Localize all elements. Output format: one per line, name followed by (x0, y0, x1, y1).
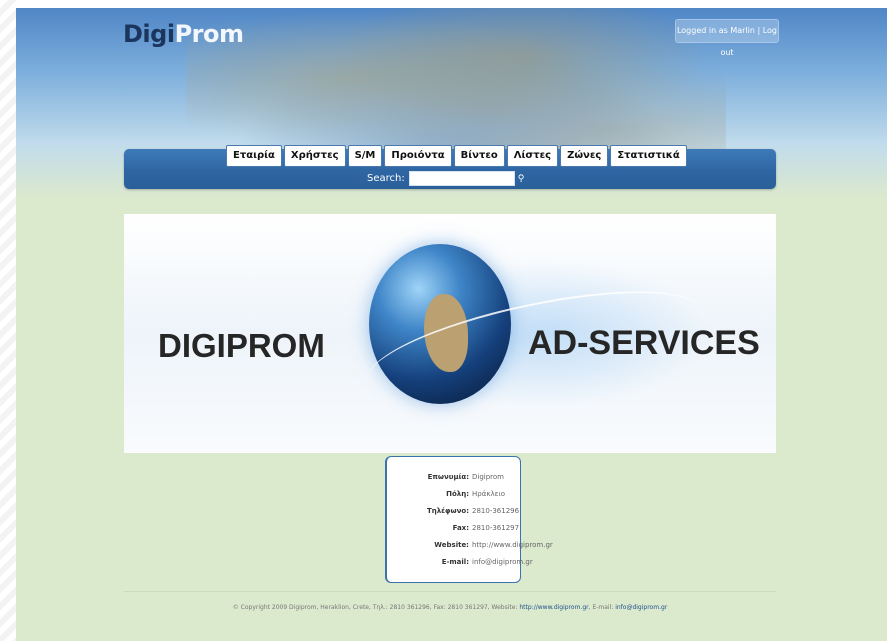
contact-label: Fax: (452, 524, 469, 532)
contact-card: Επωνυμία: Digiprom Πόλη: Ηράκλειο Τηλέφωνο… (385, 456, 553, 583)
tab-lists[interactable]: Λίστες (506, 145, 559, 167)
hero-banner: DIGIPROM AD-SERVICES (124, 214, 776, 453)
contact-row-phone: Τηλέφωνο: 2810-361296 (387, 507, 587, 515)
contact-email-link[interactable]: info@digiprom.gr (472, 558, 533, 566)
search-icon[interactable]: ⚲ (518, 174, 525, 184)
footer-copyright: © Copyright 2009 Digiprom, Heraklion, Cr… (232, 604, 520, 611)
tab-company[interactable]: Εταιρία (226, 145, 282, 167)
search-row: Search: ⚲ (367, 171, 524, 186)
footer-email-prefix: , E-mail: (588, 604, 616, 611)
contact-row-city: Πόλη: Ηράκλειο (387, 490, 587, 498)
footer-divider (124, 591, 776, 592)
contact-value: Digiprom (472, 473, 504, 481)
left-border-decoration (0, 0, 16, 641)
contact-website-link[interactable]: http://www.digiprom.gr (472, 541, 553, 549)
search-label: Search: (367, 173, 405, 184)
contact-row-name: Επωνυμία: Digiprom (387, 473, 587, 481)
tab-zones[interactable]: Ζώνες (560, 145, 609, 167)
banner-title-left: DIGIPROM (158, 327, 325, 364)
contact-row-fax: Fax: 2810-361297 (387, 524, 587, 532)
footer-email-link[interactable]: info@digiprom.gr (615, 604, 667, 611)
tab-video[interactable]: Βίντεο (453, 145, 505, 167)
tab-products[interactable]: Προιόντα (384, 145, 452, 167)
contact-row-email: E-mail: info@digiprom.gr (387, 558, 587, 566)
nav-tabs: Εταιρία Χρήστες S/M Προιόντα Βίντεο Λίστ… (226, 145, 689, 167)
logo-part-prom: Prom (174, 20, 244, 48)
contact-label: Επωνυμία: (427, 473, 469, 481)
contact-value: Ηράκλειο (472, 490, 506, 498)
footer-website-link[interactable]: http://www.digiprom.gr (519, 604, 588, 611)
logo-part-digi: Digi (123, 20, 175, 48)
tab-sm[interactable]: S/M (347, 145, 383, 167)
footer: © Copyright 2009 Digiprom, Heraklion, Cr… (124, 604, 776, 611)
contact-value: 2810-361296 (472, 507, 520, 515)
contact-label: E-mail: (441, 558, 469, 566)
contact-row-website: Website: http://www.digiprom.gr (387, 541, 587, 549)
navigation-bar: Εταιρία Χρήστες S/M Προιόντα Βίντεο Λίστ… (124, 145, 776, 189)
contact-value: 2810-361297 (472, 524, 520, 532)
login-status[interactable]: Logged in as Marlin | Log out (675, 19, 779, 57)
site-logo[interactable]: DigiProm (123, 20, 244, 48)
contact-label: Πόλη: (446, 490, 469, 498)
banner-title-right: AD-SERVICES (528, 324, 760, 362)
page-frame: DigiProm Logged in as Marlin | Log out Ε… (16, 8, 887, 641)
contact-label: Τηλέφωνο: (426, 507, 469, 515)
contact-label: Website: (434, 541, 469, 549)
search-input[interactable] (408, 171, 515, 186)
tab-statistics[interactable]: Στατιστικά (610, 145, 687, 167)
tab-users[interactable]: Χρήστες (283, 145, 346, 167)
